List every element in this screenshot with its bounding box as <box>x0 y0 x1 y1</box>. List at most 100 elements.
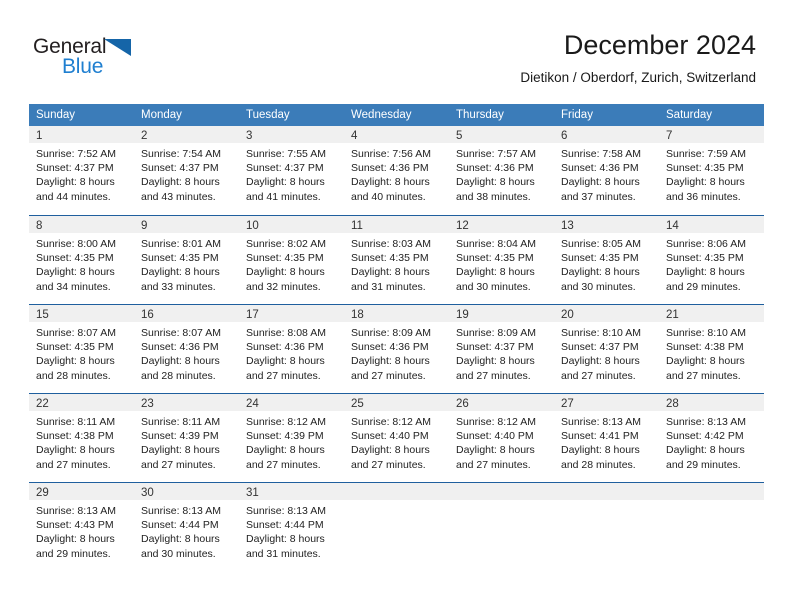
day-details: Sunrise: 7:54 AM Sunset: 4:37 PM Dayligh… <box>134 143 239 204</box>
day-cell[interactable]: 8 Sunrise: 8:00 AM Sunset: 4:35 PM Dayli… <box>29 216 134 304</box>
day-details: Sunrise: 8:13 AM Sunset: 4:44 PM Dayligh… <box>239 500 344 561</box>
sunset-text: Sunset: 4:36 PM <box>141 341 219 354</box>
weekday-header-wednesday: Wednesday <box>351 109 412 121</box>
day-cell[interactable]: 7 Sunrise: 7:59 AM Sunset: 4:35 PM Dayli… <box>659 126 764 215</box>
week-row: 22 Sunrise: 8:11 AM Sunset: 4:38 PM Dayl… <box>29 393 764 482</box>
day-details: Sunrise: 8:08 AM Sunset: 4:36 PM Dayligh… <box>239 322 344 383</box>
day-cell[interactable]: 10 Sunrise: 8:02 AM Sunset: 4:35 PM Dayl… <box>239 216 344 304</box>
daylight-text-line1: Daylight: 8 hours <box>666 266 745 279</box>
day-number: 17 <box>246 309 259 321</box>
generalblue-logo[interactable]: General Blue <box>33 36 153 84</box>
daylight-text-line2: and 37 minutes. <box>561 190 636 203</box>
day-cell[interactable]: 9 Sunrise: 8:01 AM Sunset: 4:35 PM Dayli… <box>134 216 239 304</box>
sunset-text: Sunset: 4:36 PM <box>456 162 534 175</box>
daylight-text-line1: Daylight: 8 hours <box>36 355 115 368</box>
day-number: 8 <box>36 220 43 232</box>
daylight-text-line2: and 27 minutes. <box>141 458 216 471</box>
daylight-text-line2: and 34 minutes. <box>36 280 111 293</box>
sunset-text: Sunset: 4:37 PM <box>36 162 114 175</box>
day-details: Sunrise: 8:07 AM Sunset: 4:35 PM Dayligh… <box>29 322 134 383</box>
sunrise-text: Sunrise: 8:12 AM <box>351 416 431 428</box>
weekday-header-tuesday: Tuesday <box>246 109 290 121</box>
sunset-text: Sunset: 4:35 PM <box>666 162 744 175</box>
day-cell[interactable]: 26 Sunrise: 8:12 AM Sunset: 4:40 PM Dayl… <box>449 394 554 482</box>
sunrise-text: Sunrise: 7:55 AM <box>246 148 326 160</box>
day-details: Sunrise: 8:12 AM Sunset: 4:40 PM Dayligh… <box>449 411 554 472</box>
day-cell[interactable]: 13 Sunrise: 8:05 AM Sunset: 4:35 PM Dayl… <box>554 216 659 304</box>
day-cell[interactable]: 3 Sunrise: 7:55 AM Sunset: 4:37 PM Dayli… <box>239 126 344 215</box>
daylight-text-line2: and 31 minutes. <box>351 280 426 293</box>
day-number: 29 <box>36 487 49 499</box>
day-details: Sunrise: 7:59 AM Sunset: 4:35 PM Dayligh… <box>659 143 764 204</box>
day-cell[interactable]: 30 Sunrise: 8:13 AM Sunset: 4:44 PM Dayl… <box>134 483 239 571</box>
day-cell[interactable]: 29 Sunrise: 8:13 AM Sunset: 4:43 PM Dayl… <box>29 483 134 571</box>
day-number-band: 2 <box>134 126 239 143</box>
day-details: Sunrise: 7:52 AM Sunset: 4:37 PM Dayligh… <box>29 143 134 204</box>
day-cell[interactable]: 23 Sunrise: 8:11 AM Sunset: 4:39 PM Dayl… <box>134 394 239 482</box>
day-cell[interactable]: 17 Sunrise: 8:08 AM Sunset: 4:36 PM Dayl… <box>239 305 344 393</box>
daylight-text-line1: Daylight: 8 hours <box>246 176 325 189</box>
sunrise-text: Sunrise: 8:13 AM <box>141 505 221 517</box>
day-cell[interactable]: 6 Sunrise: 7:58 AM Sunset: 4:36 PM Dayli… <box>554 126 659 215</box>
daylight-text-line2: and 44 minutes. <box>36 190 111 203</box>
day-cell[interactable]: 28 Sunrise: 8:13 AM Sunset: 4:42 PM Dayl… <box>659 394 764 482</box>
day-cell[interactable]: 20 Sunrise: 8:10 AM Sunset: 4:37 PM Dayl… <box>554 305 659 393</box>
daylight-text-line1: Daylight: 8 hours <box>666 355 745 368</box>
week-row: 29 Sunrise: 8:13 AM Sunset: 4:43 PM Dayl… <box>29 482 764 571</box>
sunset-text: Sunset: 4:38 PM <box>666 341 744 354</box>
day-number-band: 14 <box>659 216 764 233</box>
day-cell[interactable]: 25 Sunrise: 8:12 AM Sunset: 4:40 PM Dayl… <box>344 394 449 482</box>
day-cell[interactable]: 19 Sunrise: 8:09 AM Sunset: 4:37 PM Dayl… <box>449 305 554 393</box>
sunset-text: Sunset: 4:37 PM <box>561 341 639 354</box>
day-cell[interactable]: 12 Sunrise: 8:04 AM Sunset: 4:35 PM Dayl… <box>449 216 554 304</box>
day-cell[interactable]: 11 Sunrise: 8:03 AM Sunset: 4:35 PM Dayl… <box>344 216 449 304</box>
day-cell[interactable]: 31 Sunrise: 8:13 AM Sunset: 4:44 PM Dayl… <box>239 483 344 571</box>
day-cell[interactable]: 16 Sunrise: 8:07 AM Sunset: 4:36 PM Dayl… <box>134 305 239 393</box>
daylight-text-line2: and 31 minutes. <box>246 547 321 560</box>
day-number-band: 10 <box>239 216 344 233</box>
calendar-page: General Blue December 2024 Dietikon / Ob… <box>0 0 792 612</box>
sunset-text: Sunset: 4:38 PM <box>36 430 114 443</box>
day-cell[interactable]: 2 Sunrise: 7:54 AM Sunset: 4:37 PM Dayli… <box>134 126 239 215</box>
daylight-text-line2: and 27 minutes. <box>456 458 531 471</box>
daylight-text-line1: Daylight: 8 hours <box>141 533 220 546</box>
day-number-band: 13 <box>554 216 659 233</box>
day-cell[interactable]: 27 Sunrise: 8:13 AM Sunset: 4:41 PM Dayl… <box>554 394 659 482</box>
day-details: Sunrise: 8:01 AM Sunset: 4:35 PM Dayligh… <box>134 233 239 294</box>
sunrise-text: Sunrise: 8:07 AM <box>36 327 116 339</box>
daylight-text-line1: Daylight: 8 hours <box>351 355 430 368</box>
day-cell[interactable]: 15 Sunrise: 8:07 AM Sunset: 4:35 PM Dayl… <box>29 305 134 393</box>
day-details: Sunrise: 8:04 AM Sunset: 4:35 PM Dayligh… <box>449 233 554 294</box>
day-number-band: 29 <box>29 483 134 500</box>
day-number-band: 31 <box>239 483 344 500</box>
sunrise-text: Sunrise: 8:05 AM <box>561 238 641 250</box>
daylight-text-line2: and 29 minutes. <box>36 547 111 560</box>
day-number-band: 15 <box>29 305 134 322</box>
day-cell[interactable]: 4 Sunrise: 7:56 AM Sunset: 4:36 PM Dayli… <box>344 126 449 215</box>
sunrise-text: Sunrise: 7:58 AM <box>561 148 641 160</box>
daylight-text-line2: and 29 minutes. <box>666 458 741 471</box>
daylight-text-line1: Daylight: 8 hours <box>666 444 745 457</box>
day-cell[interactable]: 1 Sunrise: 7:52 AM Sunset: 4:37 PM Dayli… <box>29 126 134 215</box>
sunset-text: Sunset: 4:37 PM <box>246 162 324 175</box>
day-cell[interactable]: 22 Sunrise: 8:11 AM Sunset: 4:38 PM Dayl… <box>29 394 134 482</box>
day-cell[interactable]: 18 Sunrise: 8:09 AM Sunset: 4:36 PM Dayl… <box>344 305 449 393</box>
sunrise-text: Sunrise: 8:10 AM <box>561 327 641 339</box>
daylight-text-line2: and 30 minutes. <box>456 280 531 293</box>
sunset-text: Sunset: 4:44 PM <box>246 519 324 532</box>
day-cell[interactable]: 24 Sunrise: 8:12 AM Sunset: 4:39 PM Dayl… <box>239 394 344 482</box>
day-cell[interactable]: 21 Sunrise: 8:10 AM Sunset: 4:38 PM Dayl… <box>659 305 764 393</box>
daylight-text-line1: Daylight: 8 hours <box>351 176 430 189</box>
day-cell[interactable]: 14 Sunrise: 8:06 AM Sunset: 4:35 PM Dayl… <box>659 216 764 304</box>
sunrise-text: Sunrise: 8:07 AM <box>141 327 221 339</box>
day-details: Sunrise: 8:00 AM Sunset: 4:35 PM Dayligh… <box>29 233 134 294</box>
daylight-text-line1: Daylight: 8 hours <box>561 355 640 368</box>
sunrise-text: Sunrise: 8:00 AM <box>36 238 116 250</box>
day-number-band: 8 <box>29 216 134 233</box>
sunset-text: Sunset: 4:41 PM <box>561 430 639 443</box>
sunrise-text: Sunrise: 8:01 AM <box>141 238 221 250</box>
daylight-text-line2: and 27 minutes. <box>36 458 111 471</box>
day-number: 26 <box>456 398 469 410</box>
sunrise-text: Sunrise: 8:12 AM <box>246 416 326 428</box>
day-cell[interactable]: 5 Sunrise: 7:57 AM Sunset: 4:36 PM Dayli… <box>449 126 554 215</box>
